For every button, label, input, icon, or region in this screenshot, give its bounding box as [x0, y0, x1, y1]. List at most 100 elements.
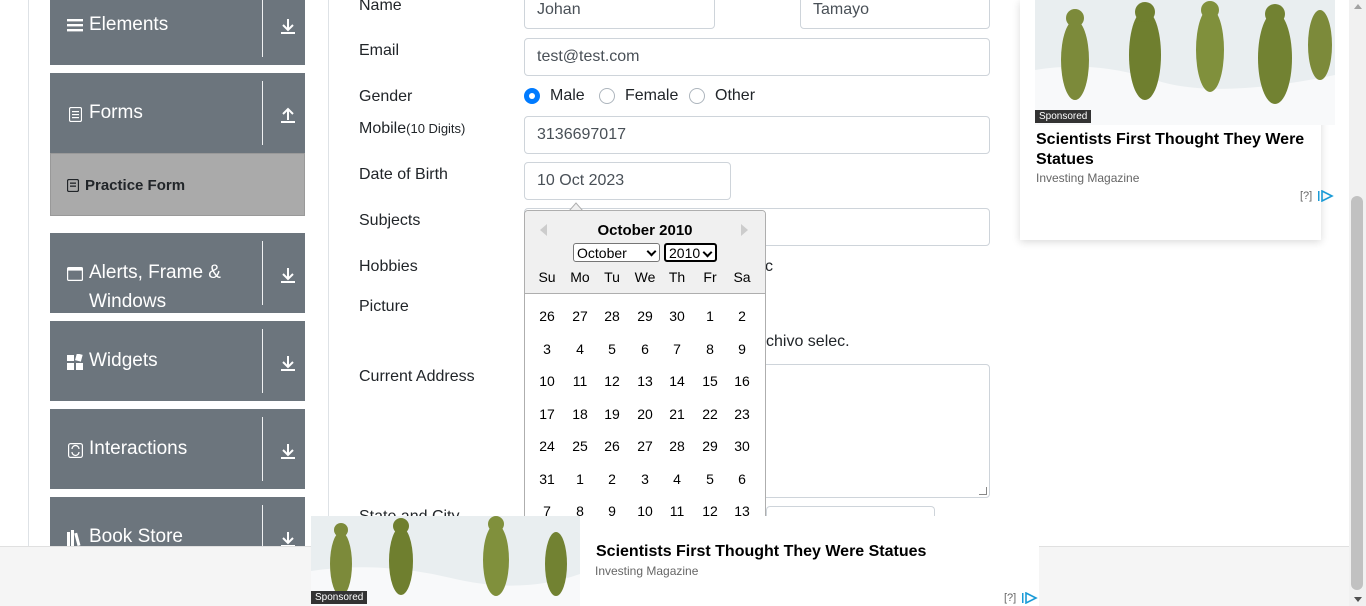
calendar-day[interactable]: 19	[598, 406, 626, 422]
calendar-day[interactable]: 21	[663, 406, 691, 422]
sidebar-group-label: Forms	[89, 102, 143, 123]
calendar-day[interactable]: 28	[663, 438, 691, 454]
calendar-day[interactable]: 23	[728, 406, 756, 422]
resize-handle-icon[interactable]	[979, 487, 987, 495]
ad-title[interactable]: Scientists First Thought They Were Statu…	[1036, 130, 1316, 170]
ad-info-link[interactable]: [?]	[1300, 190, 1312, 202]
hobbies-checkbox-label[interactable]: c	[765, 258, 773, 276]
calendar-day[interactable]: 6	[728, 471, 756, 487]
chevron-down-icon[interactable]	[278, 441, 298, 461]
picture-label: Picture	[359, 298, 409, 315]
calendar-day[interactable]: 20	[631, 406, 659, 422]
calendar-day[interactable]: 27	[566, 308, 594, 324]
calendar-day[interactable]: 9	[728, 341, 756, 357]
divider	[262, 417, 263, 481]
chevron-down-icon[interactable]	[278, 16, 298, 36]
last-name-value: Tamayo	[813, 1, 870, 18]
divider	[262, 241, 263, 305]
calendar-day[interactable]: 15	[696, 373, 724, 389]
calendar-day[interactable]: 13	[631, 373, 659, 389]
year-select[interactable]: 2010	[664, 243, 717, 262]
calendar-day[interactable]: 5	[696, 471, 724, 487]
calendar-day[interactable]: 29	[696, 438, 724, 454]
scroll-down-arrow-icon[interactable]	[1354, 597, 1362, 602]
sidebar-group-interactions[interactable]: Interactions	[50, 409, 305, 489]
datepicker-header: October 2010 October 2010 Su Mo Tu We Th Fr Sa	[525, 211, 765, 294]
dob-input[interactable]: 10 Oct 2023	[524, 162, 731, 200]
next-month-icon[interactable]	[741, 224, 748, 236]
form-icon	[66, 178, 80, 193]
gender-radio-male[interactable]: Male	[524, 87, 585, 105]
divider	[262, 505, 263, 546]
dob-value: 10 Oct 2023	[537, 172, 625, 189]
divider	[262, 0, 263, 57]
calendar-day[interactable]: 12	[598, 373, 626, 389]
calendar-day[interactable]: 7	[663, 341, 691, 357]
sidebar-group-label: Elements	[89, 14, 169, 35]
interactions-icon	[67, 442, 83, 458]
sidebar-group-label: Alerts, Frame & Windows	[89, 262, 221, 312]
email-input[interactable]: test@test.com	[524, 38, 990, 76]
calendar-day[interactable]: 14	[663, 373, 691, 389]
chevron-down-icon[interactable]	[278, 353, 298, 373]
sidebar-item-practice-form[interactable]: Practice Form	[50, 153, 305, 216]
first-name-input[interactable]: Johan	[524, 0, 715, 29]
calendar-day[interactable]: 11	[566, 373, 594, 389]
calendar-day[interactable]: 1	[696, 308, 724, 324]
calendar-day[interactable]: 3	[631, 471, 659, 487]
ad-image	[1035, 0, 1335, 125]
calendar-day[interactable]: 29	[631, 308, 659, 324]
ad-title[interactable]: Scientists First Thought They Were Statu…	[596, 543, 926, 561]
calendar-day[interactable]: 1	[566, 471, 594, 487]
mobile-input[interactable]: 3136697017	[524, 116, 990, 154]
calendar-day[interactable]: 5	[598, 341, 626, 357]
calendar-day[interactable]: 30	[663, 308, 691, 324]
adchoices-icon[interactable]	[1022, 592, 1038, 604]
calendar-day[interactable]: 31	[533, 471, 561, 487]
calendar-day[interactable]: 24	[533, 438, 561, 454]
sidebar-group-elements[interactable]: Elements	[50, 0, 305, 65]
page-scrollbar[interactable]	[1349, 0, 1366, 606]
adchoices-icon[interactable]	[1318, 190, 1334, 202]
chevron-down-icon[interactable]	[278, 529, 298, 546]
calendar-day[interactable]: 28	[598, 308, 626, 324]
sidebar-ad[interactable]: Sponsored Scientists First Thought They …	[1020, 0, 1335, 240]
month-select[interactable]: October	[573, 243, 660, 262]
calendar-day[interactable]: 18	[566, 406, 594, 422]
calendar-day[interactable]: 3	[533, 341, 561, 357]
gender-radio-female[interactable]: Female	[599, 87, 678, 105]
document-icon	[67, 106, 83, 122]
calendar-day[interactable]: 26	[598, 438, 626, 454]
widgets-icon	[67, 354, 83, 370]
chevron-down-icon[interactable]	[278, 265, 298, 285]
sidebar-group-forms[interactable]: Forms	[50, 73, 305, 153]
sidebar-group-alerts[interactable]: Alerts, Frame & Windows	[50, 233, 305, 313]
radio-label: Female	[625, 87, 679, 104]
calendar-day[interactable]: 2	[598, 471, 626, 487]
ad-info-link[interactable]: [?]	[1004, 592, 1016, 604]
sidebar-group-label: Widgets	[89, 350, 158, 371]
calendar-day[interactable]: 17	[533, 406, 561, 422]
calendar-day[interactable]: 6	[631, 341, 659, 357]
sidebar-group-book-store[interactable]: Book Store	[50, 497, 305, 546]
calendar-day[interactable]: 16	[728, 373, 756, 389]
calendar-day[interactable]: 2	[728, 308, 756, 324]
calendar-day[interactable]: 10	[533, 373, 561, 389]
calendar-day[interactable]: 30	[728, 438, 756, 454]
calendar-day[interactable]: 8	[696, 341, 724, 357]
scrollbar-thumb[interactable]	[1351, 196, 1363, 590]
gender-radio-other[interactable]: Other	[689, 87, 755, 105]
scroll-up-arrow-icon[interactable]	[1354, 4, 1362, 9]
calendar-day[interactable]: 4	[663, 471, 691, 487]
mobile-hint: (10 Digits)	[406, 121, 466, 136]
calendar-day[interactable]: 4	[566, 341, 594, 357]
datepicker-popup: October 2010 October 2010 Su Mo Tu We Th Fr Sa…	[524, 210, 766, 520]
calendar-day[interactable]: 22	[696, 406, 724, 422]
chevron-up-icon[interactable]	[278, 105, 298, 125]
last-name-input[interactable]: Tamayo	[800, 0, 990, 29]
calendar-day[interactable]: 25	[566, 438, 594, 454]
sidebar-group-widgets[interactable]: Widgets	[50, 321, 305, 401]
calendar-day[interactable]: 27	[631, 438, 659, 454]
bottom-ad[interactable]: Sponsored Scientists First Thought They …	[311, 516, 1039, 606]
calendar-day[interactable]: 26	[533, 308, 561, 324]
